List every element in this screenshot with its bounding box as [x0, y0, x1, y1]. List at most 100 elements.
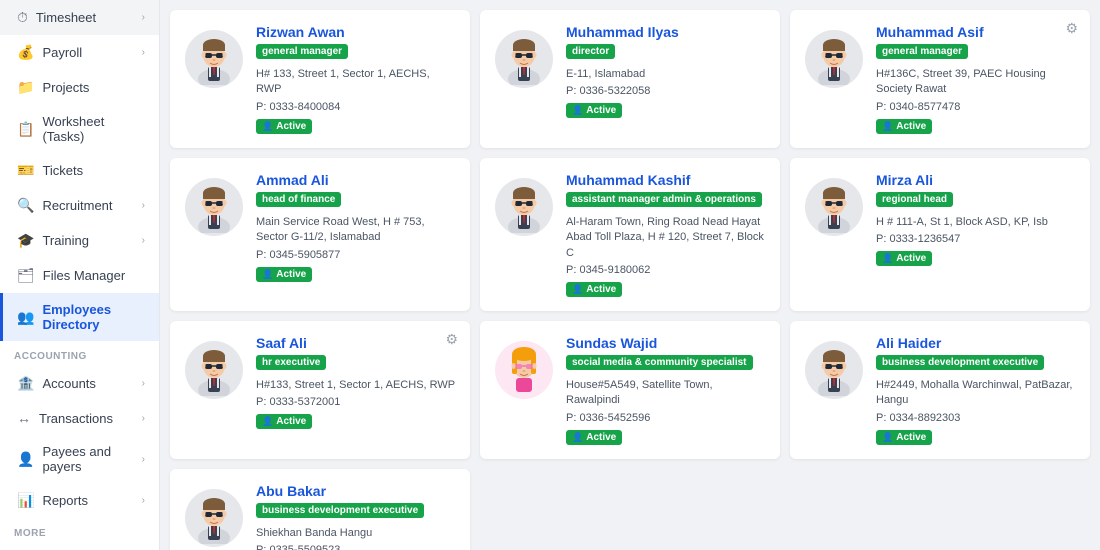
employee-role: director — [566, 44, 615, 59]
employee-role: social media & community specialist — [566, 355, 753, 370]
sidebar-accounting-section: ACCOUNTING 🏦 Accounts › ↔ Transactions ›… — [0, 341, 159, 518]
employee-phone: P: 0345-5905877 — [256, 249, 456, 261]
avatar — [495, 30, 553, 88]
card-info: Mirza Ali regional head H # 111-A, St 1,… — [876, 172, 1076, 266]
employees-grid: Rizwan Awan general manager H# 133, Stre… — [170, 10, 1090, 550]
employee-name[interactable]: Rizwan Awan — [256, 24, 456, 40]
sidebar-item-tickets[interactable]: 🎫 Tickets — [0, 153, 159, 188]
sidebar-item-payees[interactable]: 👤 Payees and payers › — [0, 435, 159, 483]
avatar-wrap — [804, 335, 864, 405]
card-info: Muhammad Asif general manager H#136C, St… — [876, 24, 1076, 134]
status-badge: Active — [566, 282, 622, 297]
sidebar-item-reports[interactable]: 📊 Reports › — [0, 483, 159, 518]
employee-address: H#2449, Mohalla Warchinwal, PatBazar, Ha… — [876, 378, 1076, 409]
status-badge: Active — [256, 267, 312, 282]
sidebar: ⏱ Timesheet › 💰 Payroll › 📁 Projects 📋 W… — [0, 0, 160, 550]
chevron-icon: › — [142, 200, 145, 211]
sidebar-label-accounts: Accounts — [42, 376, 141, 391]
sidebar-label-reports: Reports — [42, 493, 141, 508]
avatar — [805, 178, 863, 236]
sidebar-more-section: MORE ⚙ Settings 🔢 Constants 💾 Database B… — [0, 518, 159, 550]
tickets-icon: 🎫 — [17, 162, 34, 179]
sidebar-label-projects: Projects — [42, 80, 145, 95]
sidebar-item-accounts[interactable]: 🏦 Accounts › — [0, 366, 159, 401]
status-badge: Active — [256, 414, 312, 429]
sidebar-label-files-manager: Files Manager — [43, 268, 145, 283]
sidebar-item-settings[interactable]: ⚙ Settings — [0, 543, 159, 550]
avatar-wrap — [184, 483, 244, 550]
employee-address: H# 133, Street 1, Sector 1, AECHS, RWP — [256, 67, 456, 98]
avatar-wrap — [184, 335, 244, 405]
main-content: Rizwan Awan general manager H# 133, Stre… — [160, 0, 1100, 550]
sidebar-item-recruitment[interactable]: 🔍 Recruitment › — [0, 188, 159, 223]
sidebar-item-files-manager[interactable]: 🗂 Files Manager — [0, 258, 159, 293]
chevron-icon: › — [142, 413, 145, 424]
chevron-icon: › — [142, 12, 145, 23]
employee-name[interactable]: Saaf Ali — [256, 335, 456, 351]
employee-card: Muhammad Asif general manager H#136C, St… — [790, 10, 1090, 148]
employee-name[interactable]: Ali Haider — [876, 335, 1076, 351]
gear-button[interactable]: ⚙ — [1061, 18, 1082, 39]
accounting-section-label: ACCOUNTING — [0, 341, 159, 366]
employee-name[interactable]: Muhammad Asif — [876, 24, 1076, 40]
sidebar-label-tickets: Tickets — [42, 163, 145, 178]
status-badge: Active — [876, 251, 932, 266]
employee-card: Ali Haider business development executiv… — [790, 321, 1090, 459]
avatar-wrap — [494, 24, 554, 94]
employees-directory-icon: 👥 — [17, 309, 34, 326]
employee-card: Mirza Ali regional head H # 111-A, St 1,… — [790, 158, 1090, 311]
worksheet-icon: 📋 — [17, 121, 34, 138]
employee-role: regional head — [876, 192, 953, 207]
employee-card: Muhammad Ilyas director E-11, Islamabad … — [480, 10, 780, 148]
avatar-wrap — [804, 172, 864, 242]
sidebar-label-employees-directory: Employees Directory — [42, 302, 145, 332]
payees-icon: 👤 — [17, 451, 34, 468]
employee-name[interactable]: Ammad Ali — [256, 172, 456, 188]
employee-role: assistant manager admin & operations — [566, 192, 762, 207]
avatar-wrap — [184, 24, 244, 94]
employee-phone: P: 0333-1236547 — [876, 233, 1076, 245]
transactions-icon: ↔ — [17, 410, 31, 426]
more-section-label: MORE — [0, 518, 159, 543]
employee-address: H # 111-A, St 1, Block ASD, KP, Isb — [876, 215, 1076, 230]
chevron-icon: › — [142, 495, 145, 506]
employee-name[interactable]: Sundas Wajid — [566, 335, 766, 351]
avatar-wrap — [494, 335, 554, 405]
employee-card: Abu Bakar business development executive… — [170, 469, 470, 550]
card-info: Sundas Wajid social media & community sp… — [566, 335, 766, 445]
employee-role: business development executive — [876, 355, 1044, 370]
employee-name[interactable]: Abu Bakar — [256, 483, 456, 499]
sidebar-item-training[interactable]: 🎓 Training › — [0, 223, 159, 258]
employee-name[interactable]: Muhammad Ilyas — [566, 24, 766, 40]
reports-icon: 📊 — [17, 492, 34, 509]
status-badge: Active — [876, 430, 932, 445]
employee-address: House#5A549, Satellite Town, Rawalpindi — [566, 378, 766, 409]
employee-card: Ammad Ali head of finance Main Service R… — [170, 158, 470, 311]
sidebar-label-payees: Payees and payers — [42, 444, 141, 474]
sidebar-item-employees-directory[interactable]: 👥 Employees Directory — [0, 293, 159, 341]
employee-card: Saaf Ali hr executive H#133, Street 1, S… — [170, 321, 470, 459]
sidebar-item-transactions[interactable]: ↔ Transactions › — [0, 401, 159, 435]
employee-name[interactable]: Mirza Ali — [876, 172, 1076, 188]
employee-card: Muhammad Kashif assistant manager admin … — [480, 158, 780, 311]
sidebar-item-worksheet[interactable]: 📋 Worksheet (Tasks) — [0, 105, 159, 153]
sidebar-item-timesheet[interactable]: ⏱ Timesheet › — [0, 0, 159, 35]
projects-icon: 📁 — [17, 79, 34, 96]
avatar-wrap — [494, 172, 554, 242]
sidebar-label-payroll: Payroll — [42, 45, 141, 60]
avatar-wrap — [804, 24, 864, 94]
avatar-wrap — [184, 172, 244, 242]
avatar — [185, 30, 243, 88]
sidebar-label-timesheet: Timesheet — [36, 10, 142, 25]
employee-name[interactable]: Muhammad Kashif — [566, 172, 766, 188]
sidebar-main-items: ⏱ Timesheet › 💰 Payroll › 📁 Projects 📋 W… — [0, 0, 159, 341]
gear-button[interactable]: ⚙ — [441, 329, 462, 350]
sidebar-item-payroll[interactable]: 💰 Payroll › — [0, 35, 159, 70]
employee-role: general manager — [256, 44, 348, 59]
employee-role: hr executive — [256, 355, 326, 370]
sidebar-item-projects[interactable]: 📁 Projects — [0, 70, 159, 105]
payroll-icon: 💰 — [17, 44, 34, 61]
employee-address: Shiekhan Banda Hangu — [256, 526, 456, 541]
files-manager-icon: 🗂 — [17, 267, 35, 284]
sidebar-label-recruitment: Recruitment — [42, 198, 141, 213]
